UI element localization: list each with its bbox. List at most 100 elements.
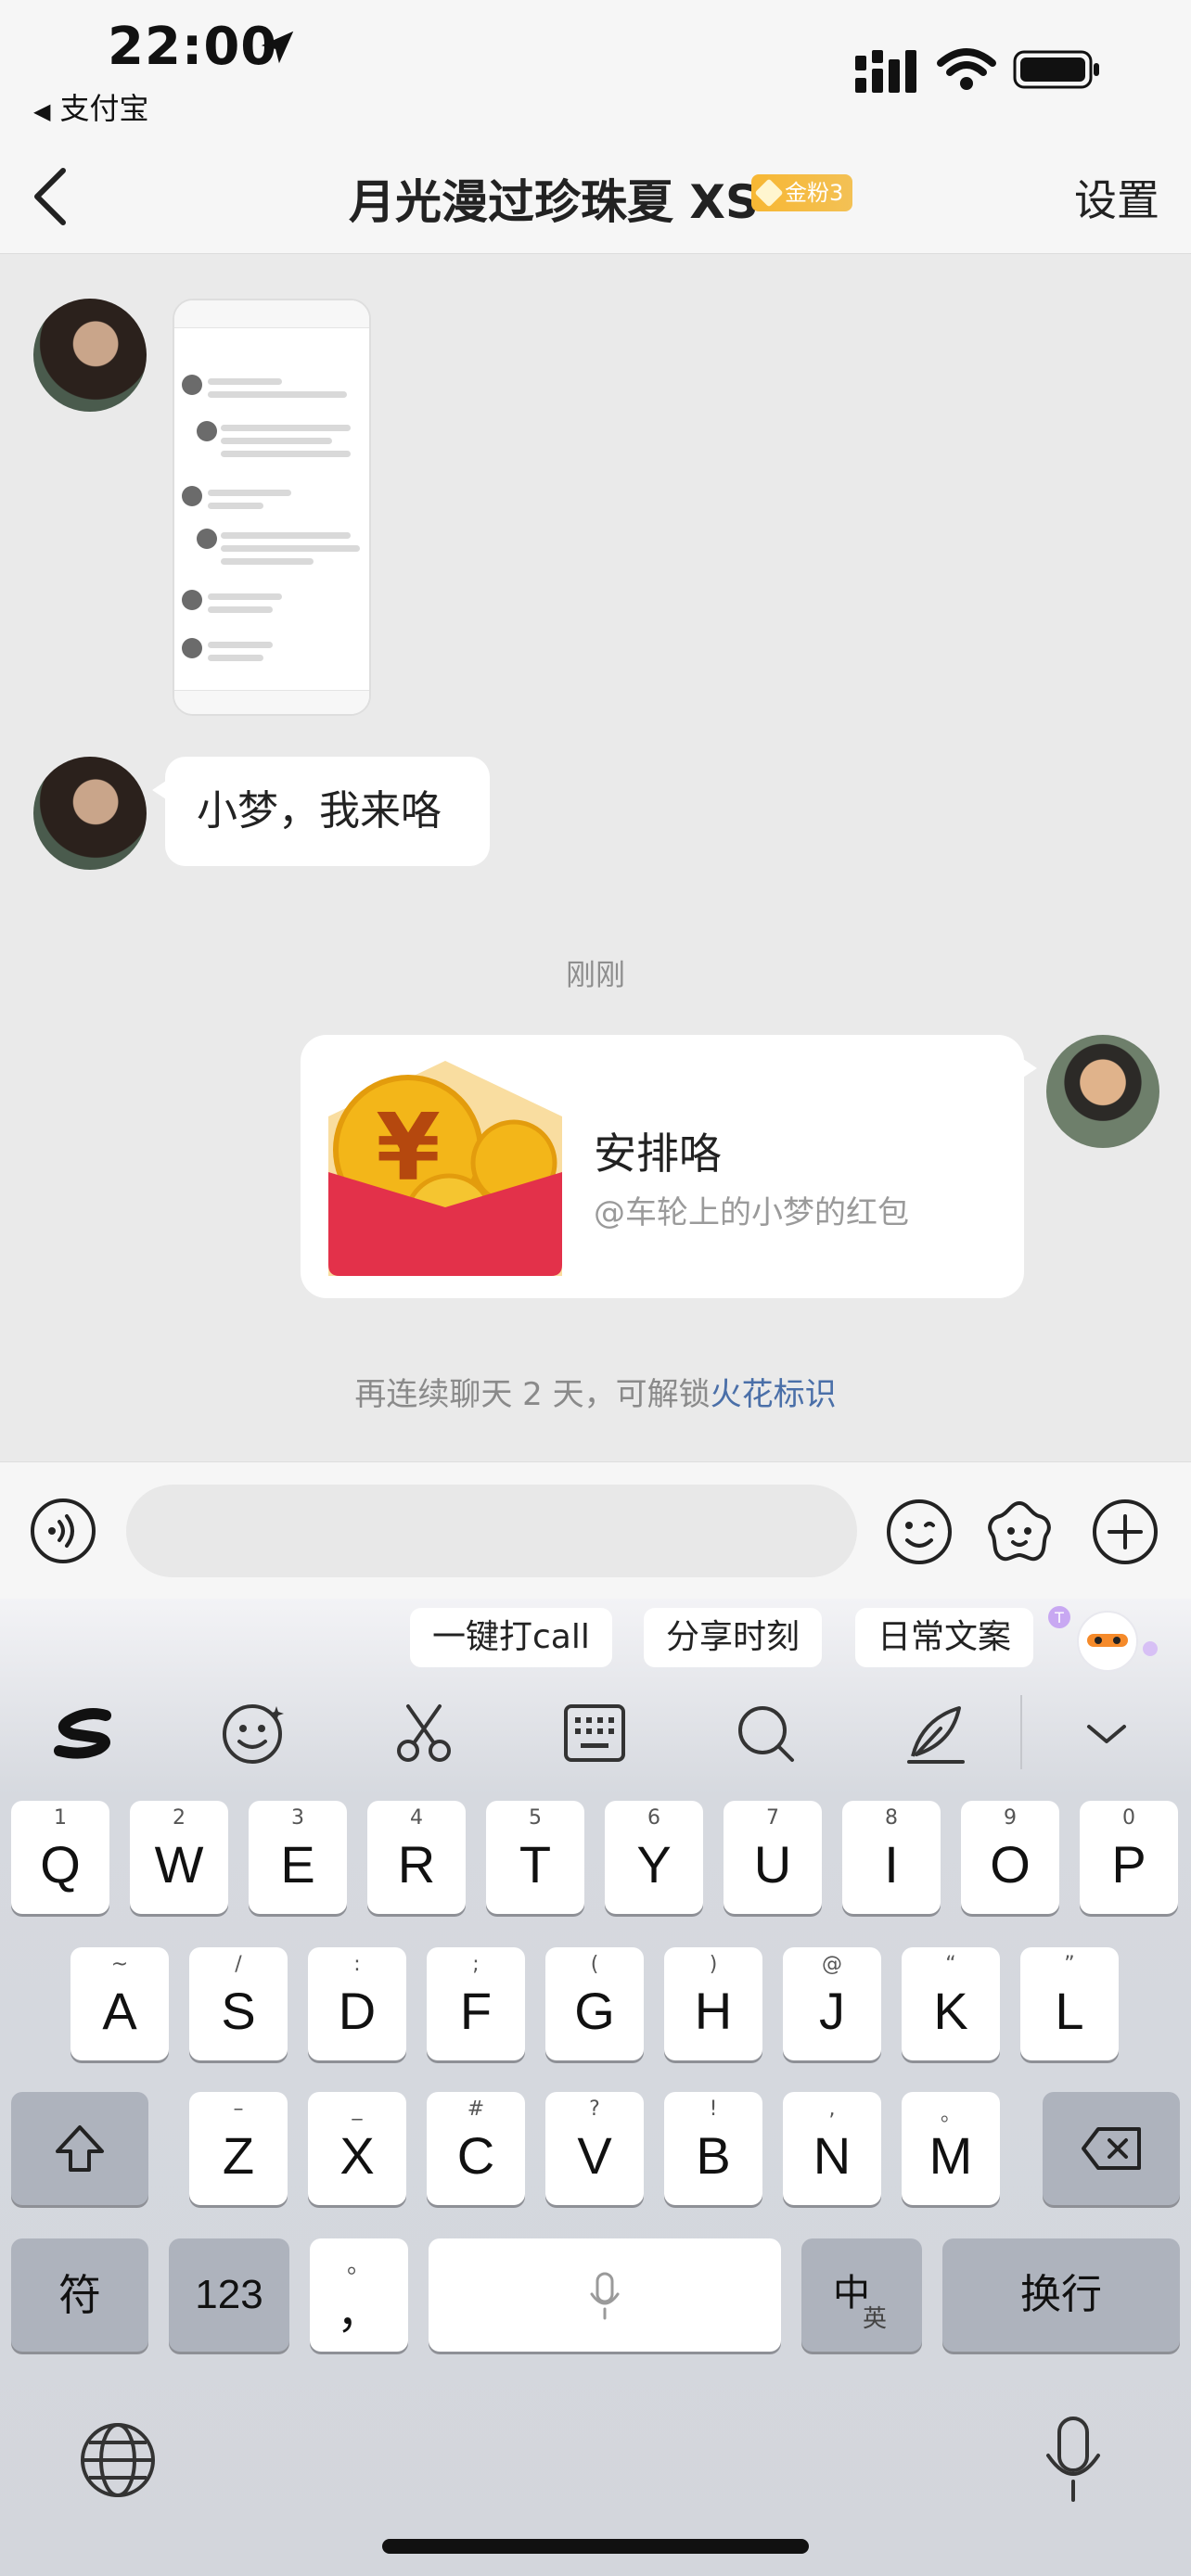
input-method-logo-icon[interactable] (50, 1701, 121, 1766)
pen-icon[interactable] (903, 1701, 968, 1766)
key-g[interactable]: (G (545, 1947, 644, 2060)
lang-sub-label: 英 (863, 2305, 888, 2333)
key-sub-label: 8 (885, 1806, 898, 1830)
numbers-key[interactable]: 123 (169, 2238, 289, 2352)
key-n[interactable]: ,N (783, 2092, 881, 2205)
emoji-icon[interactable] (885, 1498, 954, 1566)
key-label: Z (222, 2126, 255, 2185)
red-packet-message[interactable]: ¥ 安排咯 @车轮上的小梦的红包 (301, 1035, 1037, 1298)
scissors-icon[interactable] (391, 1701, 456, 1766)
key-label: D (338, 1982, 377, 2040)
key-sub-label: / (235, 1953, 242, 1976)
thumb-text (221, 558, 314, 565)
back-chevron-icon[interactable] (26, 163, 74, 230)
key-f[interactable]: ; F (427, 1947, 525, 2060)
backspace-key[interactable] (1043, 2092, 1180, 2205)
contact-avatar[interactable] (33, 757, 147, 870)
key-z[interactable]: – Z (189, 2092, 288, 2205)
key-label: C (456, 2126, 495, 2185)
punctuation-key[interactable]: 。 ， (310, 2238, 408, 2352)
chat-messages[interactable]: 小梦，我来咯 刚刚 ¥ 安排咯 @车轮上的小梦的红包 再连续聊天 2 天，可解锁… (0, 254, 1191, 1461)
back-triangle-icon: ◀ (33, 98, 51, 124)
collapse-keyboard-chevron-icon[interactable] (1074, 1701, 1139, 1766)
key-o[interactable]: 9O (961, 1801, 1059, 1914)
plus-icon[interactable] (1091, 1498, 1159, 1566)
key-sub-label: ; (472, 1953, 480, 1976)
spark-hint-link[interactable]: 火花标识 (711, 1376, 837, 1413)
key-y[interactable]: 6Y (605, 1801, 703, 1914)
key-sub-label: @ (822, 1953, 842, 1976)
key-sub-label: 。 (940, 2103, 961, 2126)
key-l[interactable]: ” L (1020, 1947, 1119, 2060)
key-sub-label: 4 (410, 1806, 423, 1830)
return-key[interactable]: 换行 (942, 2238, 1180, 2352)
key-label: U (753, 1835, 792, 1894)
thumb-text (208, 490, 291, 496)
key-h[interactable]: ) H (664, 1947, 762, 2060)
dictation-mic-icon[interactable] (1041, 2415, 1106, 2504)
suggestion-chip[interactable]: 日常文案 (855, 1608, 1034, 1667)
key-a[interactable]: ~ A (70, 1947, 169, 2060)
toolbar-divider (1020, 1695, 1022, 1769)
key-v[interactable]: ? V (545, 2092, 644, 2205)
key-k[interactable]: “K (902, 1947, 1000, 2060)
key-label: K (933, 1982, 968, 2040)
message-input[interactable] (126, 1485, 857, 1577)
key-s[interactable]: / S (189, 1947, 288, 2060)
emoji-face-icon[interactable] (221, 1701, 286, 1766)
shift-key[interactable] (11, 2092, 148, 2205)
my-avatar[interactable] (1046, 1035, 1159, 1148)
key-d[interactable]: :D (308, 1947, 406, 2060)
globe-icon[interactable] (78, 2420, 158, 2500)
shared-screenshot-image[interactable] (173, 299, 371, 716)
key-label: O (990, 1835, 1031, 1894)
thumb-text (221, 438, 332, 444)
time-divider: 刚刚 (565, 957, 625, 992)
incoming-message-bubble[interactable]: 小梦，我来咯 (152, 757, 490, 866)
suggestion-chip[interactable]: 分享时刻 (644, 1608, 823, 1667)
voice-input-icon[interactable] (30, 1498, 96, 1564)
back-to-app-link[interactable]: ◀ 支付宝 (33, 85, 148, 128)
key-sub-label: 9 (1004, 1806, 1017, 1830)
settings-button[interactable]: 设置 (1074, 167, 1159, 228)
key-t[interactable]: 5T (486, 1801, 584, 1914)
thumb-text (208, 606, 273, 613)
key-w[interactable]: 2W (130, 1801, 228, 1914)
key-label: R (397, 1835, 436, 1894)
key-u[interactable]: 7U (724, 1801, 822, 1914)
key-sub-label: ( (590, 1953, 599, 1976)
symbols-key[interactable]: 符 (11, 2238, 148, 2352)
key-sub-label: : (353, 1953, 361, 1976)
battery-icon (1013, 50, 1099, 89)
key-b[interactable]: ! B (664, 2092, 762, 2205)
key-p[interactable]: 0P (1080, 1801, 1178, 1914)
thumb-avatar (197, 421, 217, 441)
keyboard-mascot-icon[interactable]: T (1044, 1600, 1165, 1675)
contact-avatar[interactable] (33, 299, 147, 412)
keyboard-toolbar (0, 1684, 1191, 1780)
key-q[interactable]: 1Q (11, 1801, 109, 1914)
space-key[interactable] (429, 2238, 781, 2352)
search-icon[interactable] (733, 1701, 798, 1766)
sticker-icon[interactable] (985, 1498, 1054, 1566)
chat-header: 月光漫过珍珠夏 XS 金粉3 设置 (0, 139, 1191, 254)
key-j[interactable]: @ J (783, 1947, 881, 2060)
status-bar: 22:00 ◀ 支付宝 (0, 0, 1191, 139)
thumb-text (221, 545, 360, 552)
language-switch-key[interactable]: 中 英 (801, 2238, 922, 2352)
suggestion-chip[interactable]: 一键打call (410, 1608, 612, 1667)
red-packet-subtitle: @车轮上的小梦的红包 (594, 1194, 909, 1231)
home-indicator (382, 2539, 809, 2554)
keyboard-icon[interactable] (562, 1701, 627, 1766)
key-i[interactable]: 8I (842, 1801, 941, 1914)
key-x[interactable]: _ X (308, 2092, 406, 2205)
key-r[interactable]: 4R (367, 1801, 466, 1914)
key-m[interactable]: 。 M (902, 2092, 1000, 2205)
key-label: E (280, 1835, 315, 1894)
key-c[interactable]: # C (427, 2092, 525, 2205)
key-label: S (221, 1982, 256, 2040)
backspace-icon (1082, 2127, 1141, 2170)
thumb-text (208, 642, 273, 648)
key-e[interactable]: 3E (249, 1801, 347, 1914)
key-label: M (928, 2126, 973, 2185)
